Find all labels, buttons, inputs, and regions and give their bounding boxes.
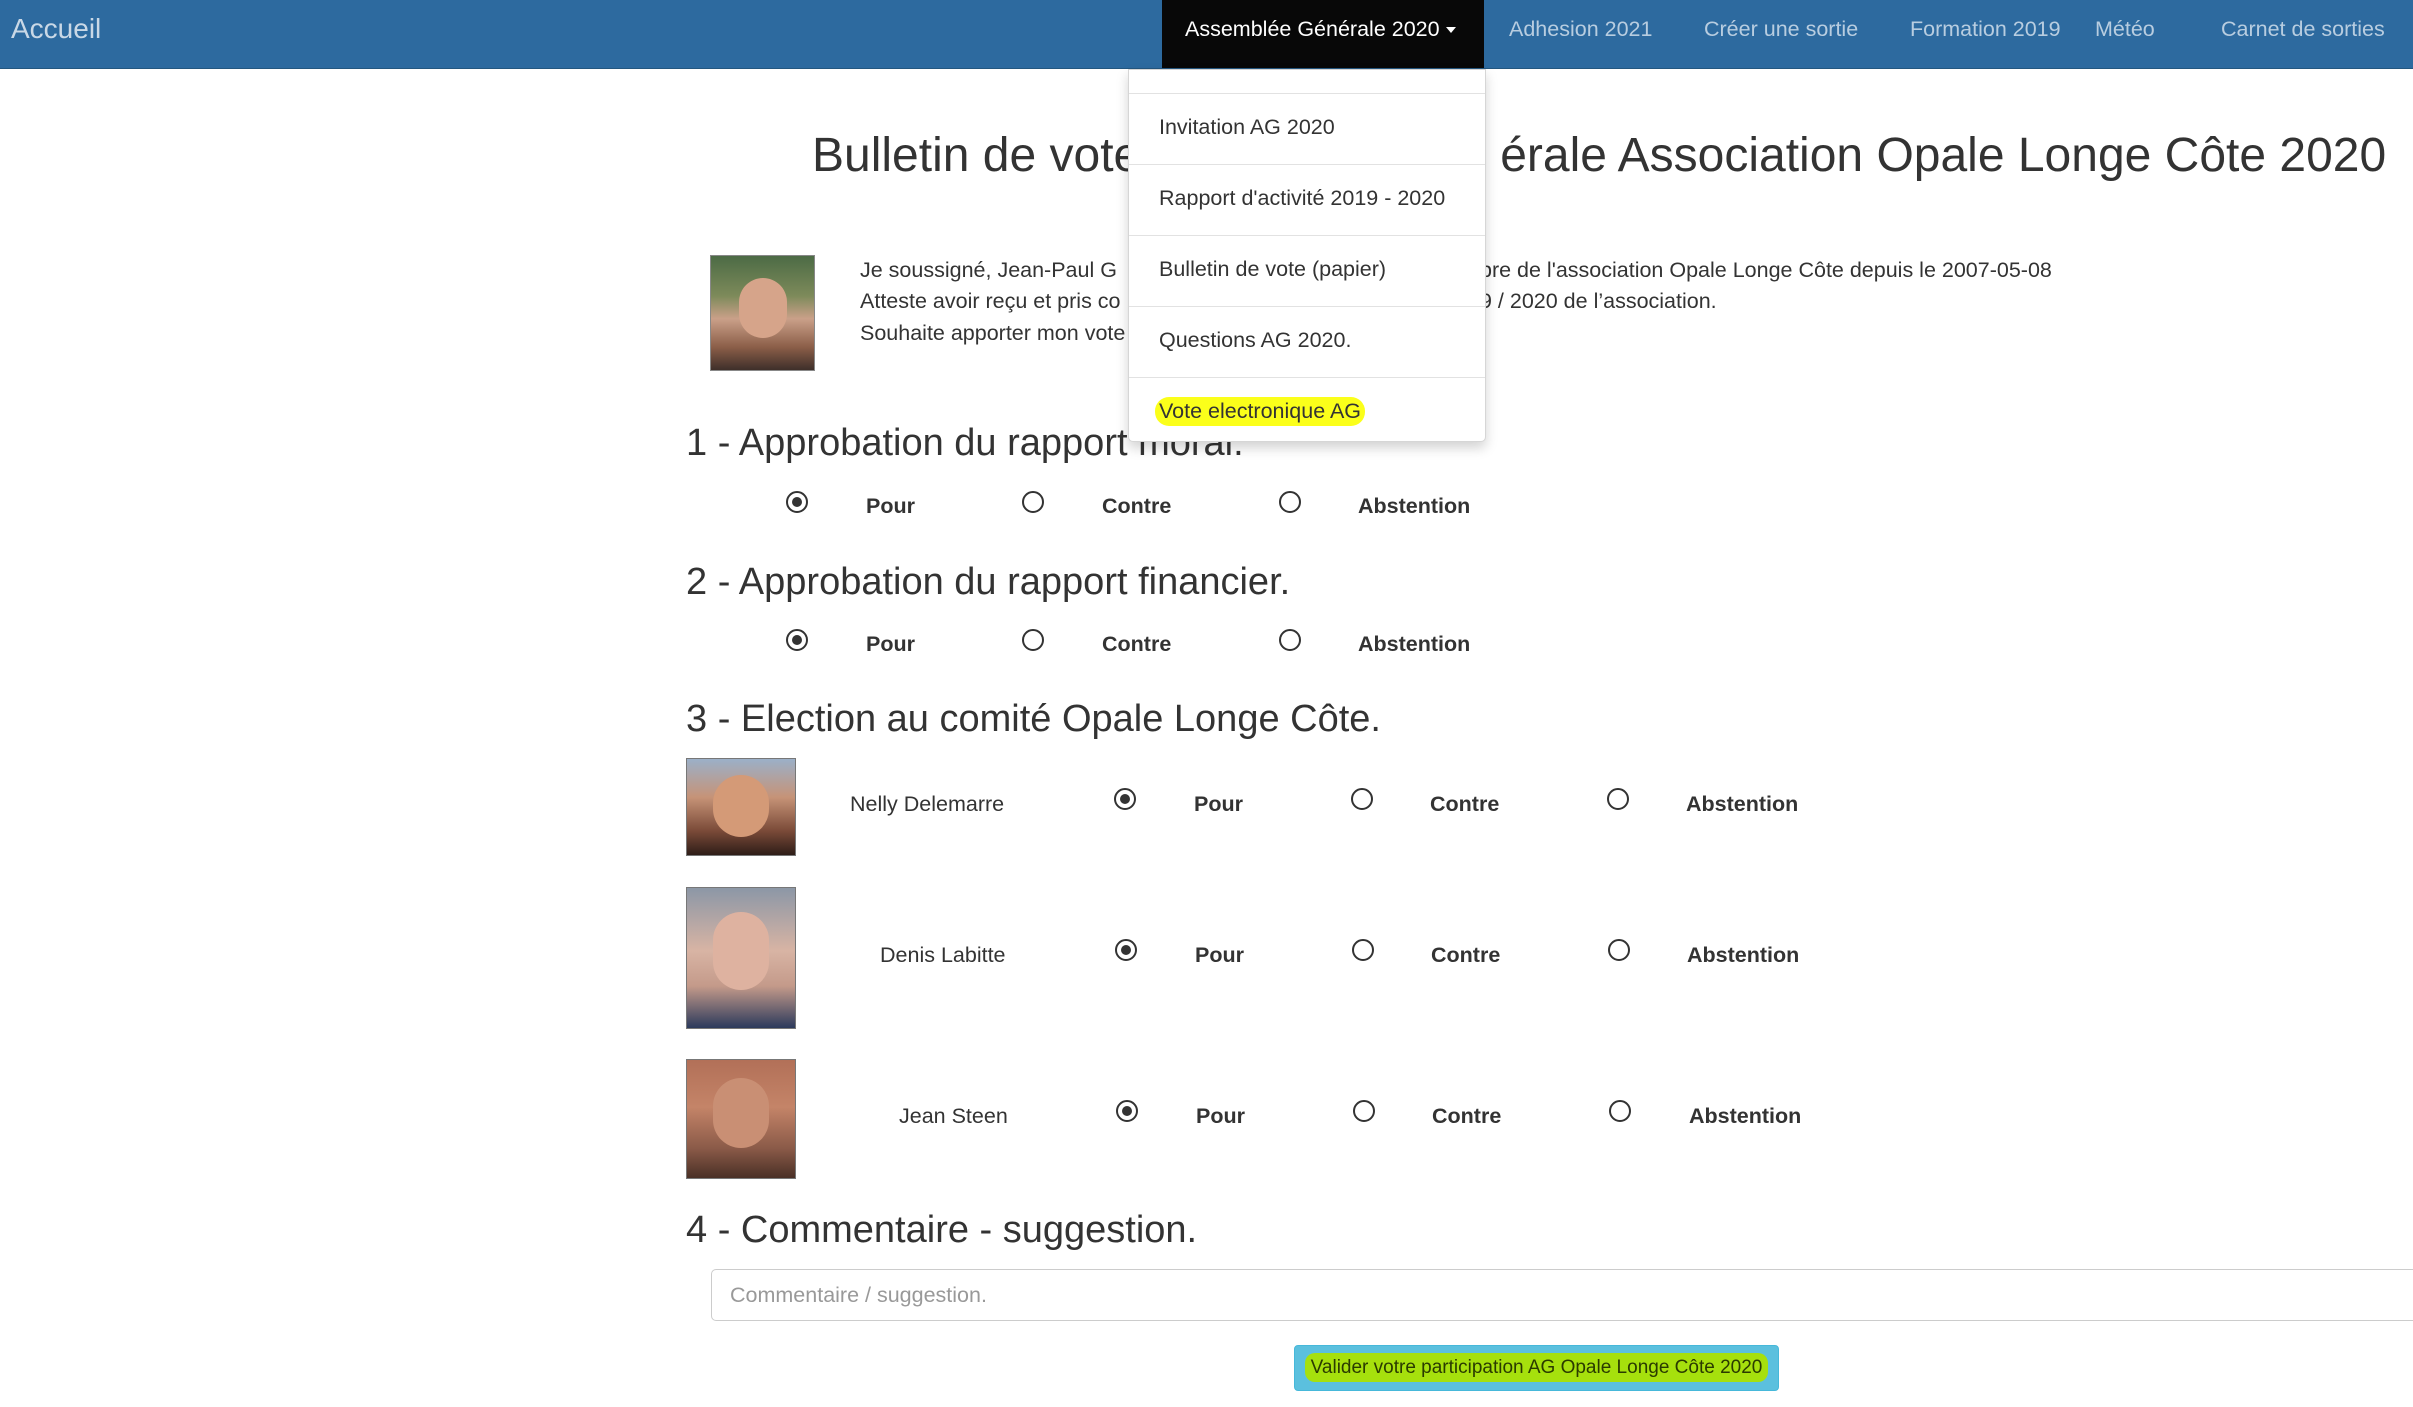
member-avatar — [710, 255, 815, 371]
nav-formation-2019[interactable]: Formation 2019 — [1910, 0, 2061, 68]
menu-item-invitation[interactable]: Invitation AG 2020 — [1159, 115, 1335, 140]
radio-moral-contre[interactable] — [1022, 491, 1044, 513]
nav-item-label: Assemblée Générale 2020 — [1185, 17, 1440, 41]
radio-label-contre: Contre — [1430, 792, 1500, 816]
menu-divider — [1129, 93, 1485, 94]
radio-label-abstention: Abstention — [1689, 1104, 1802, 1128]
page-title-left: Bulletin de vote — [812, 129, 1141, 182]
radio-label-pour: Pour — [866, 632, 915, 656]
radio-nelly-abstention[interactable] — [1607, 788, 1629, 810]
radio-label-abstention: Abstention — [1687, 943, 1800, 967]
candidate-name-denis: Denis Labitte — [880, 943, 1006, 967]
radio-label-abstention: Abstention — [1358, 632, 1471, 656]
menu-item-bulletin-papier[interactable]: Bulletin de vote (papier) — [1159, 257, 1386, 282]
nav-adhesion-2021[interactable]: Adhesion 2021 — [1509, 0, 1652, 68]
comment-input[interactable] — [711, 1269, 2413, 1321]
submit-button-label: Valider votre participation AG Opale Lon… — [1304, 1353, 1769, 1382]
nav-meteo[interactable]: Météo — [2095, 0, 2155, 68]
radio-jean-contre[interactable] — [1353, 1100, 1375, 1122]
radio-jean-pour[interactable] — [1116, 1100, 1138, 1122]
menu-divider — [1129, 306, 1485, 307]
radio-label-abstention: Abstention — [1358, 494, 1471, 518]
page-title: Bulletin de vote érale Association Opale … — [812, 128, 2386, 183]
radio-label-contre: Contre — [1102, 632, 1172, 656]
caret-down-icon — [1445, 27, 1456, 34]
radio-nelly-pour[interactable] — [1114, 788, 1136, 810]
radio-financier-abstention[interactable] — [1279, 629, 1301, 651]
candidate-photo-denis — [686, 887, 796, 1029]
radio-financier-pour[interactable] — [786, 629, 808, 651]
radio-moral-pour[interactable] — [786, 491, 808, 513]
radio-label-pour: Pour — [1196, 1104, 1245, 1128]
menu-item-vote-electronique[interactable]: Vote electronique AG — [1155, 397, 1366, 426]
top-navbar: Accueil Assemblée Générale 2020 Adhesion… — [0, 0, 2413, 69]
radio-label-contre: Contre — [1102, 494, 1172, 518]
radio-nelly-contre[interactable] — [1351, 788, 1373, 810]
radio-financier-contre[interactable] — [1022, 629, 1044, 651]
nav-assemblee-generale-dropdown[interactable]: Assemblée Générale 2020 — [1162, 0, 1484, 68]
brand-home-link[interactable]: Accueil — [11, 13, 101, 45]
intro-line-2-right: 9 / 2020 de l’association. — [1480, 289, 1717, 313]
radio-label-contre: Contre — [1431, 943, 1501, 967]
menu-divider — [1129, 164, 1485, 165]
radio-label-abstention: Abstention — [1686, 792, 1799, 816]
radio-jean-abstention[interactable] — [1609, 1100, 1631, 1122]
candidate-name-jean: Jean Steen — [899, 1104, 1008, 1128]
section-heading-election-comite: 3 - Election au comité Opale Longe Côte. — [686, 698, 1381, 740]
page-title-right: érale Association Opale Longe Côte 2020 — [1500, 129, 2387, 182]
radio-label-pour: Pour — [1195, 943, 1244, 967]
radio-denis-abstention[interactable] — [1608, 939, 1630, 961]
candidate-photo-nelly — [686, 758, 796, 856]
nav-creer-sortie[interactable]: Créer une sortie — [1704, 0, 1858, 68]
section-heading-commentaire: 4 - Commentaire - suggestion. — [686, 1209, 1198, 1251]
radio-denis-pour[interactable] — [1115, 939, 1137, 961]
submit-participation-button[interactable]: Valider votre participation AG Opale Lon… — [1294, 1345, 1779, 1391]
candidate-name-nelly: Nelly Delemarre — [850, 792, 1005, 816]
nav-carnet-sorties[interactable]: Carnet de sorties — [2221, 0, 2385, 68]
radio-moral-abstention[interactable] — [1279, 491, 1301, 513]
menu-item-rapport-activite[interactable]: Rapport d'activité 2019 - 2020 — [1159, 186, 1445, 211]
intro-line-2-left: Atteste avoir reçu et pris co — [860, 289, 1121, 313]
menu-divider — [1129, 235, 1485, 236]
radio-label-pour: Pour — [1194, 792, 1243, 816]
radio-label-contre: Contre — [1432, 1104, 1502, 1128]
section-heading-rapport-financier: 2 - Approbation du rapport financier. — [686, 561, 1291, 603]
menu-item-questions[interactable]: Questions AG 2020. — [1159, 328, 1351, 353]
intro-line-3-left: Souhaite apporter mon vote — [860, 321, 1126, 345]
menu-divider — [1129, 377, 1485, 378]
radio-denis-contre[interactable] — [1352, 939, 1374, 961]
radio-label-pour: Pour — [866, 494, 915, 518]
candidate-photo-jean — [686, 1059, 796, 1179]
intro-line-1-right: bre de l'association Opale Longe Côte de… — [1480, 258, 2052, 282]
intro-line-1-left: Je soussigné, Jean-Paul G — [860, 258, 1117, 282]
assemblee-dropdown-menu: Invitation AG 2020 Rapport d'activité 20… — [1128, 69, 1486, 442]
